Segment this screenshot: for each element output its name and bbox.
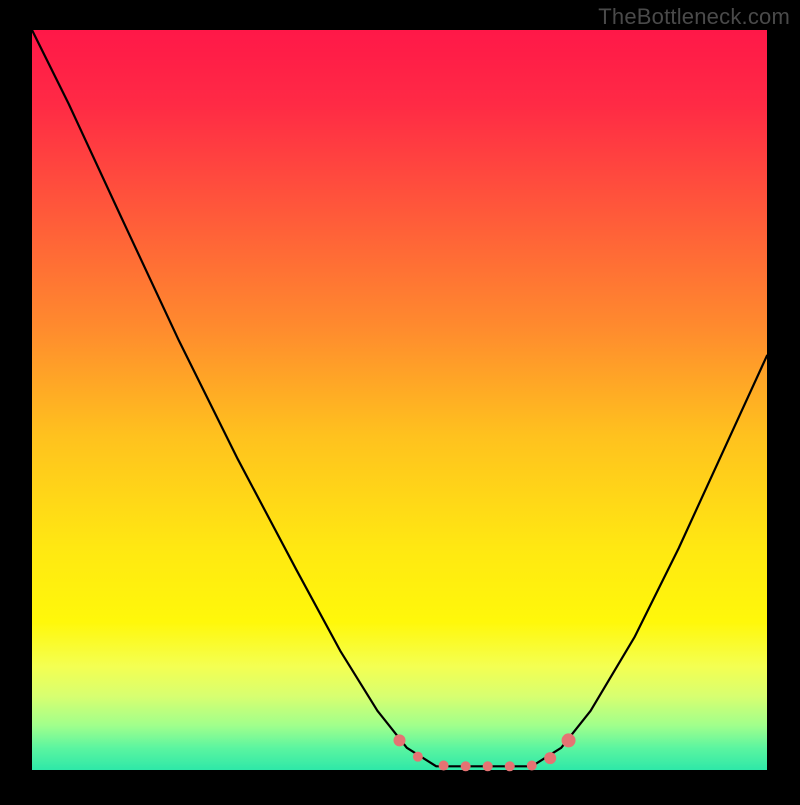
marker-dot <box>527 761 537 771</box>
marker-dot <box>505 761 515 771</box>
marker-dot <box>439 761 449 771</box>
watermark-label: TheBottleneck.com <box>598 4 790 30</box>
marker-dot <box>562 733 576 747</box>
marker-dot <box>413 752 423 762</box>
marker-dot <box>394 734 406 746</box>
chart-gradient-background <box>32 30 767 770</box>
bottleneck-chart <box>0 0 800 800</box>
marker-dot <box>483 761 493 771</box>
chart-container <box>0 0 800 800</box>
marker-dot <box>461 761 471 771</box>
marker-dot <box>544 752 556 764</box>
